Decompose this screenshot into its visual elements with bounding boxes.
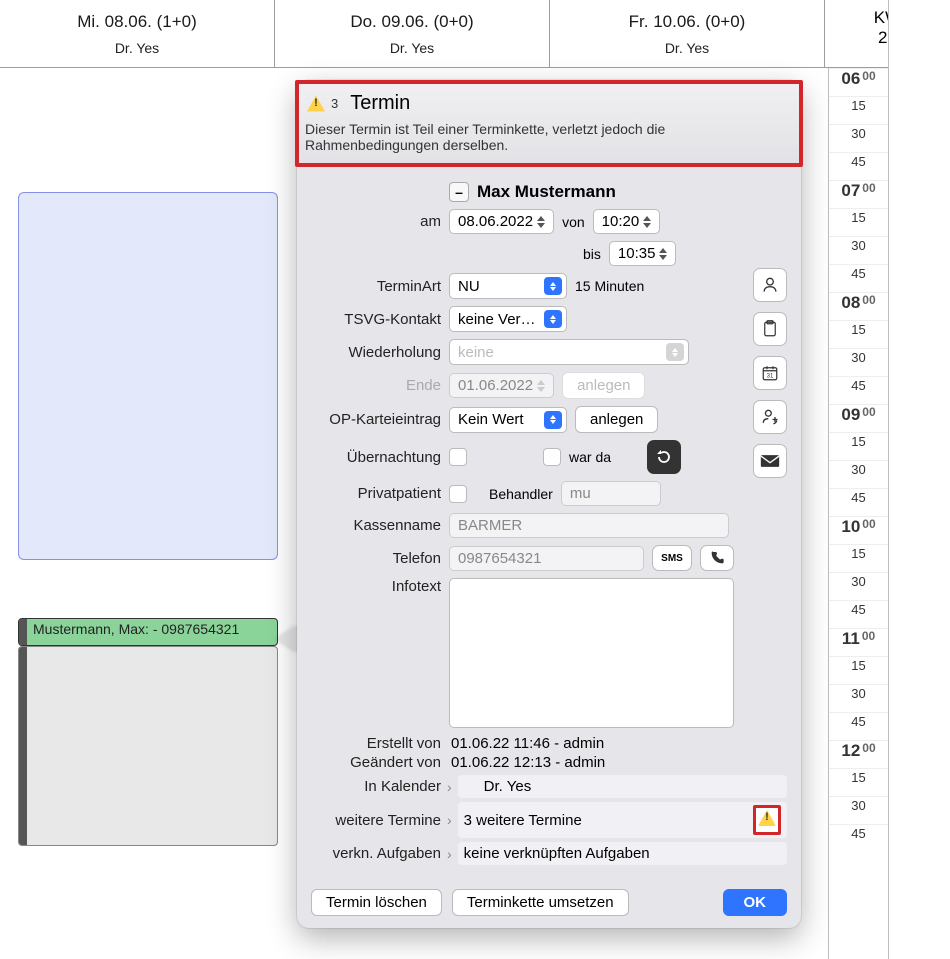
- day-column-fri[interactable]: Fr. 10.06. (0+0) Dr. Yes: [550, 0, 825, 67]
- linked-tasks-value[interactable]: keine verknüpften Aufgaben: [458, 842, 787, 865]
- mail-icon[interactable]: [753, 444, 787, 478]
- created-by: 01.06.22 11:46 - admin: [441, 735, 787, 752]
- date-field[interactable]: 08.06.2022: [449, 209, 554, 234]
- warning-highlight-small: [753, 805, 781, 835]
- chevron-icon: ›: [447, 812, 452, 828]
- day-column-thu[interactable]: Do. 09.06. (0+0) Dr. Yes: [275, 0, 550, 67]
- overnight-checkbox[interactable]: [449, 448, 467, 466]
- phone-icon[interactable]: [700, 545, 734, 571]
- time-slot[interactable]: 1100: [829, 628, 888, 656]
- time-slot[interactable]: 15: [829, 96, 888, 124]
- chevron-icon: ›: [447, 846, 452, 862]
- in-calendar-value[interactable]: Dr. Yes: [458, 775, 787, 798]
- warning-message: Dieser Termin ist Teil einer Terminkette…: [305, 121, 793, 153]
- time-slot[interactable]: 0900: [829, 404, 888, 432]
- time-slot[interactable]: 15: [829, 656, 888, 684]
- calendar-header: Mi. 08.06. (1+0) Dr. Yes Do. 09.06. (0+0…: [0, 0, 950, 68]
- time-slot[interactable]: 45: [829, 824, 888, 852]
- time-slot[interactable]: 30: [829, 572, 888, 600]
- time-slot[interactable]: 15: [829, 768, 888, 796]
- time-slot[interactable]: 1200: [829, 740, 888, 768]
- behandler-field[interactable]: mu: [561, 481, 661, 506]
- private-checkbox[interactable]: [449, 485, 467, 503]
- time-slot[interactable]: 30: [829, 684, 888, 712]
- popup-pointer: [278, 625, 298, 653]
- more-appointments-value[interactable]: 3 weitere Termine: [458, 802, 787, 838]
- scrollbar-gutter[interactable]: [888, 0, 950, 959]
- add-person-icon[interactable]: [753, 400, 787, 434]
- delete-button[interactable]: Termin löschen: [311, 889, 442, 916]
- move-chain-button[interactable]: Terminkette umsetzen: [452, 889, 629, 916]
- ok-button[interactable]: OK: [723, 889, 788, 916]
- time-slot[interactable]: 15: [829, 544, 888, 572]
- time-slot[interactable]: 30: [829, 796, 888, 824]
- time-slot[interactable]: 45: [829, 488, 888, 516]
- person-icon[interactable]: [753, 268, 787, 302]
- time-slot[interactable]: 15: [829, 432, 888, 460]
- infotext-textarea[interactable]: [449, 578, 734, 728]
- time-slot[interactable]: 15: [829, 320, 888, 348]
- time-slot[interactable]: 30: [829, 236, 888, 264]
- time-slot[interactable]: 0700: [829, 180, 888, 208]
- from-time-field[interactable]: 10:20: [593, 209, 661, 234]
- warda-checkbox[interactable]: [543, 448, 561, 466]
- calendar-icon[interactable]: 31: [753, 356, 787, 390]
- warning-icon: [758, 810, 776, 826]
- time-slot[interactable]: 15: [829, 208, 888, 236]
- time-slot[interactable]: 45: [829, 152, 888, 180]
- time-slot[interactable]: 45: [829, 264, 888, 292]
- time-slot[interactable]: 30: [829, 348, 888, 376]
- time-ruler: 0600153045070015304508001530450900153045…: [828, 68, 888, 959]
- day-column-wed[interactable]: Mi. 08.06. (1+0) Dr. Yes: [0, 0, 275, 67]
- chevron-icon: ›: [447, 779, 452, 795]
- calendar-event-patient[interactable]: Mustermann, Max: - 0987654321: [18, 618, 278, 646]
- time-slot[interactable]: 0800: [829, 292, 888, 320]
- terminart-select[interactable]: NU: [449, 273, 567, 299]
- time-slot[interactable]: 45: [829, 376, 888, 404]
- time-slot[interactable]: 1000: [829, 516, 888, 544]
- sms-button[interactable]: SMS: [652, 545, 692, 571]
- svg-text:31: 31: [767, 374, 774, 380]
- collapse-icon[interactable]: –: [449, 182, 469, 202]
- calendar-event-gray[interactable]: [18, 646, 278, 846]
- time-slot[interactable]: 45: [829, 600, 888, 628]
- repeat-select[interactable]: keine: [449, 339, 689, 365]
- time-slot[interactable]: 30: [829, 460, 888, 488]
- end-date-field: 01.06.2022: [449, 373, 554, 398]
- patient-name: Max Mustermann: [477, 182, 616, 202]
- refresh-icon[interactable]: [647, 440, 681, 474]
- popup-title: Termin: [350, 92, 410, 115]
- clipboard-icon[interactable]: [753, 312, 787, 346]
- appointment-popup: 3 Termin Dieser Termin ist Teil einer Te…: [297, 80, 801, 928]
- telefon-field[interactable]: 0987654321: [449, 546, 644, 571]
- popup-footer: Termin löschen Terminkette umsetzen OK: [297, 881, 801, 916]
- kassenname-field[interactable]: BARMER: [449, 513, 729, 538]
- tsvg-select[interactable]: keine Ver…: [449, 306, 567, 332]
- to-time-field[interactable]: 10:35: [609, 241, 677, 266]
- time-slot[interactable]: 0600: [829, 68, 888, 96]
- anlegen-repeat-button: anlegen: [562, 372, 645, 399]
- warning-highlight: 3 Termin Dieser Termin ist Teil einer Te…: [295, 80, 803, 167]
- modified-by: 01.06.22 12:13 - admin: [441, 754, 787, 771]
- warning-icon: [307, 96, 325, 112]
- op-select[interactable]: Kein Wert: [449, 407, 567, 433]
- anlegen-op-button[interactable]: anlegen: [575, 406, 658, 433]
- duration-label: 15 Minuten: [575, 278, 644, 294]
- calendar-event-block[interactable]: [18, 192, 278, 560]
- time-slot[interactable]: 45: [829, 712, 888, 740]
- time-slot[interactable]: 30: [829, 124, 888, 152]
